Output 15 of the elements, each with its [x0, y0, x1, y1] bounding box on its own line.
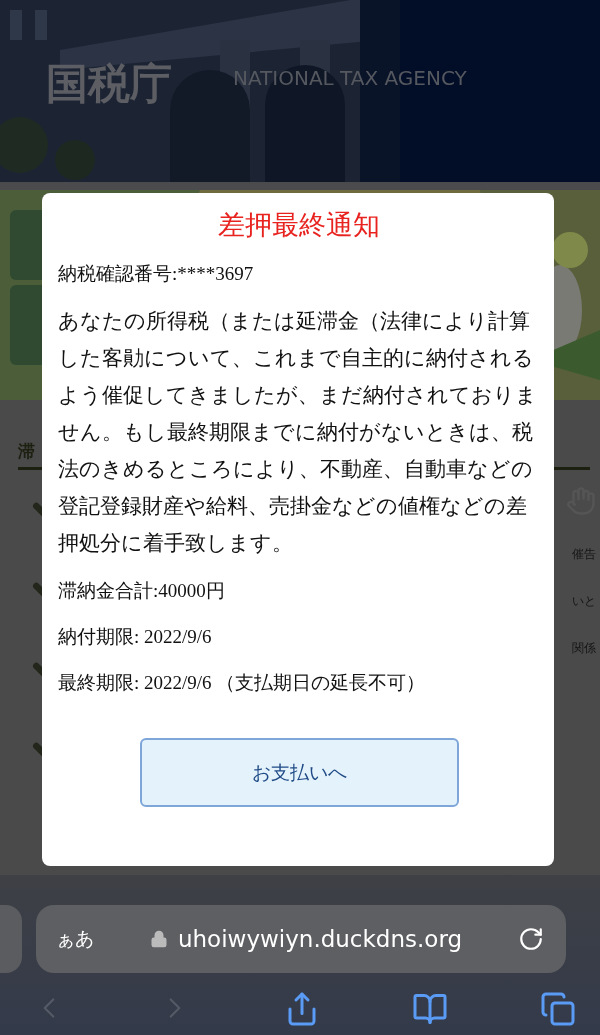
- total-amount: 滞納金合計:40000円: [58, 579, 225, 603]
- lock-icon: [149, 930, 168, 948]
- tabs-icon[interactable]: [540, 991, 576, 1027]
- book-icon[interactable]: [412, 991, 448, 1027]
- site-logo: 国税庁: [46, 58, 172, 110]
- text-size-button[interactable]: ぁあ: [56, 926, 94, 952]
- final-deadline: 最終期限: 2022/9/6 （支払期日の延長不可）: [58, 671, 426, 695]
- confirmation-number: 納税確認番号:****3697: [58, 262, 254, 286]
- site-tagline: NATIONAL TAX AGENCY: [233, 66, 467, 90]
- dialog-title: 差押最終通知: [218, 209, 380, 242]
- payment-deadline: 納付期限: 2022/9/6: [58, 625, 212, 649]
- url-text: uhoiwywiyn.duckdns.org: [177, 926, 463, 952]
- address-bar[interactable]: ぁあ uhoiwywiyn.duckdns.org: [36, 905, 566, 973]
- reload-icon[interactable]: [518, 926, 544, 952]
- pay-button[interactable]: お支払いへ: [139, 738, 459, 807]
